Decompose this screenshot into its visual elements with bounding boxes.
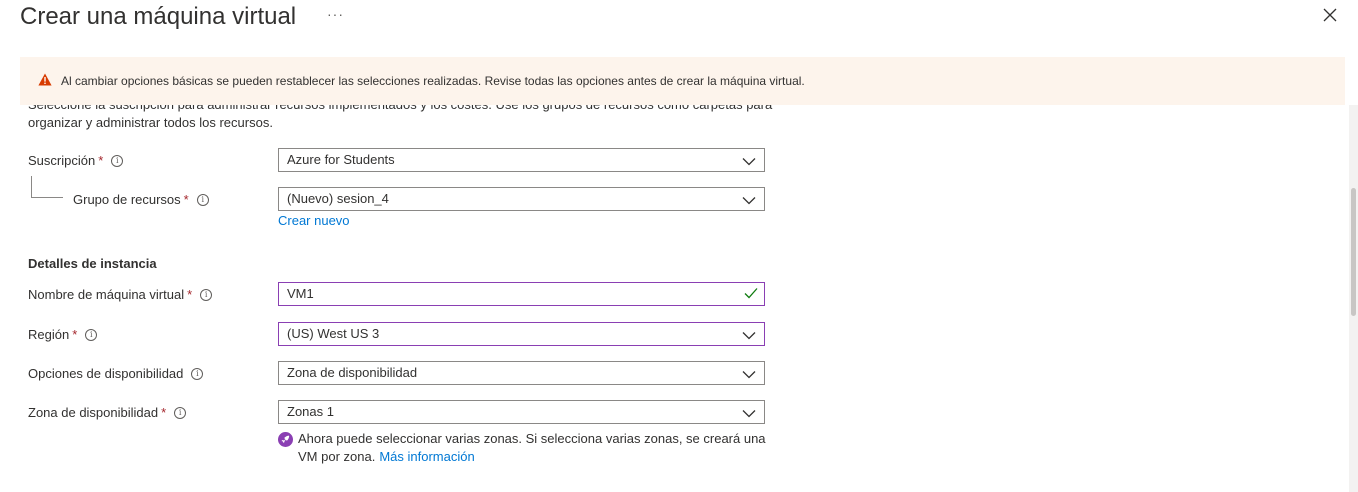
vm-name-input[interactable]: VM1: [278, 282, 765, 306]
subscription-select[interactable]: Azure for Students: [278, 148, 765, 172]
vm-name-label: Nombre de máquina virtual * i: [28, 287, 213, 302]
region-select[interactable]: (US) West US 3: [278, 322, 765, 346]
required-marker: *: [72, 327, 78, 342]
page-title: Crear una máquina virtual: [20, 3, 297, 30]
tree-connector: [31, 197, 63, 198]
chevron-down-icon: [742, 154, 756, 169]
info-icon[interactable]: i: [200, 288, 213, 301]
rocket-icon: [278, 432, 293, 447]
resource-group-select[interactable]: (Nuevo) sesion_4: [278, 187, 765, 211]
info-icon[interactable]: i: [111, 154, 124, 167]
info-icon[interactable]: i: [191, 367, 204, 380]
availability-zone-label: Zona de disponibilidad * i: [28, 405, 187, 420]
warning-text: Al cambiar opciones básicas se pueden re…: [61, 74, 805, 88]
chevron-down-icon: [742, 367, 756, 382]
required-marker: *: [161, 405, 167, 420]
more-options-button[interactable]: ···: [327, 6, 344, 22]
required-marker: *: [98, 153, 104, 168]
availability-options-label: Opciones de disponibilidad i: [28, 366, 204, 381]
instance-details-heading: Detalles de instancia: [28, 256, 157, 271]
close-icon[interactable]: [1321, 6, 1339, 24]
chevron-down-icon: [742, 328, 756, 343]
resource-group-label: Grupo de recursos * i: [73, 192, 209, 207]
chevron-down-icon: [742, 406, 756, 421]
create-new-link[interactable]: Crear nuevo: [278, 213, 350, 228]
more-info-link[interactable]: Más información: [379, 449, 474, 464]
scrollbar-thumb[interactable]: [1351, 188, 1356, 316]
availability-options-select[interactable]: Zona de disponibilidad: [278, 361, 765, 385]
availability-zone-select[interactable]: Zonas 1: [278, 400, 765, 424]
warning-icon: [38, 73, 52, 91]
info-icon[interactable]: i: [85, 328, 98, 341]
subscription-label: Suscripción * i: [28, 153, 124, 168]
tree-connector: [31, 176, 32, 197]
warning-banner: Al cambiar opciones básicas se pueden re…: [20, 57, 1345, 105]
info-icon[interactable]: i: [196, 193, 209, 206]
chevron-down-icon: [742, 193, 756, 208]
required-marker: *: [187, 287, 193, 302]
required-marker: *: [183, 192, 189, 207]
info-icon[interactable]: i: [174, 406, 187, 419]
checkmark-icon: [744, 287, 758, 302]
region-label: Región * i: [28, 327, 98, 342]
